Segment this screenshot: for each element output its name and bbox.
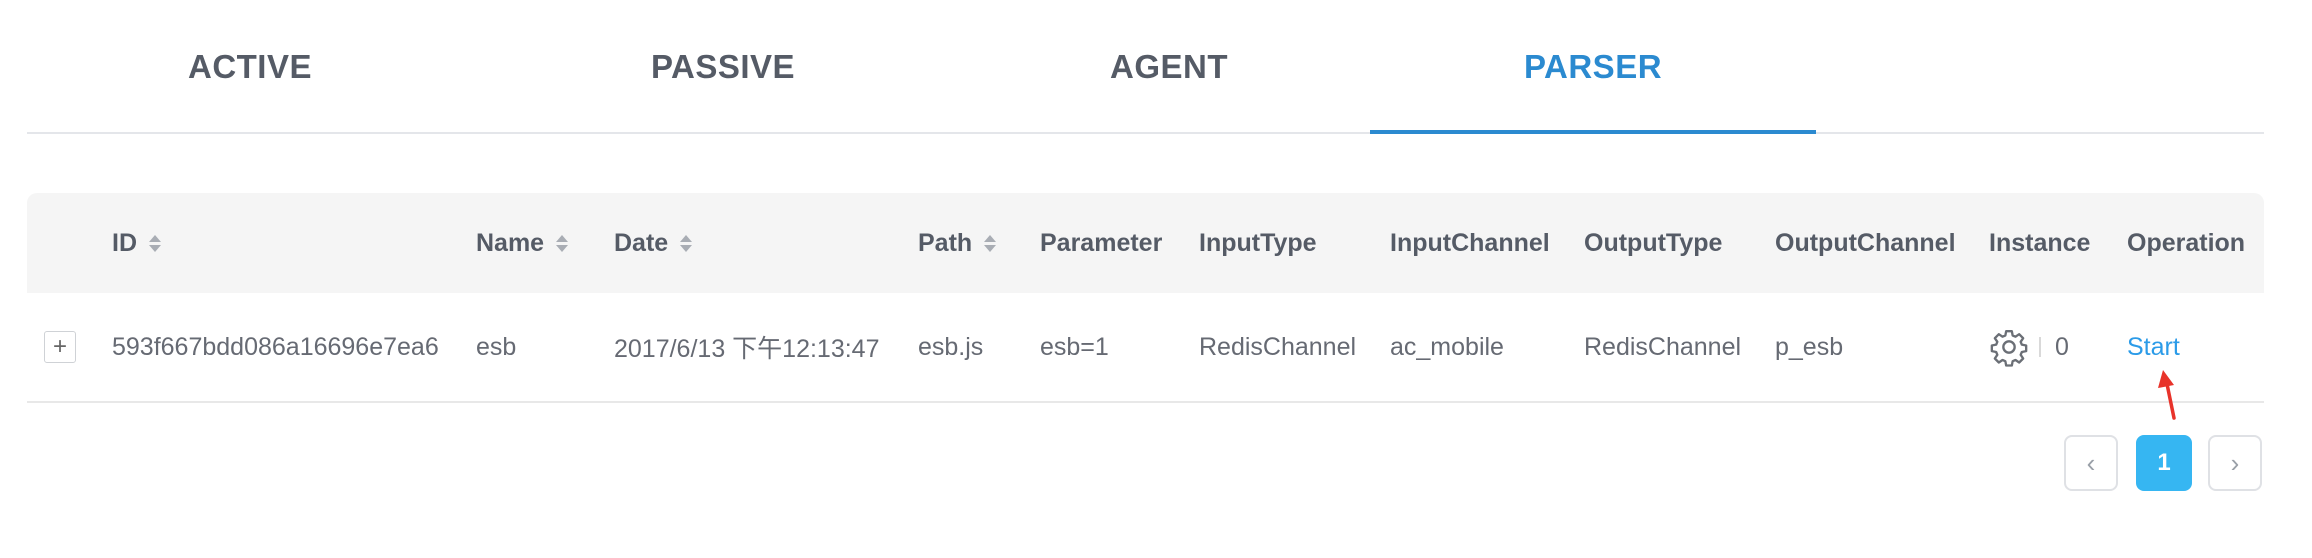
cell-name: esb bbox=[476, 332, 517, 361]
cell-parameter: esb=1 bbox=[1040, 332, 1109, 361]
tab-parser[interactable]: PARSER bbox=[1370, 0, 1816, 134]
cell-instance: 0 bbox=[1989, 293, 2069, 401]
table-header: ID Name Date Path Parameter InputType In… bbox=[27, 193, 2264, 293]
column-header-name-label: Name bbox=[476, 228, 545, 257]
column-header-date[interactable]: Date bbox=[614, 193, 693, 293]
page-1-button[interactable]: 1 bbox=[2136, 435, 2192, 491]
cell-path: esb.js bbox=[918, 332, 984, 361]
column-header-path[interactable]: Path bbox=[918, 193, 997, 293]
gear-icon[interactable] bbox=[1989, 327, 2029, 367]
column-header-parameter: Parameter bbox=[1040, 228, 1163, 257]
sort-icon[interactable] bbox=[984, 234, 997, 252]
start-link[interactable]: Start bbox=[2127, 333, 2180, 362]
cell-inputchannel: ac_mobile bbox=[1390, 332, 1504, 361]
column-header-outputtype: OutputType bbox=[1584, 228, 1723, 257]
instance-count: 0 bbox=[2055, 332, 2069, 361]
table-row: + 593f667bdd086a16696e7ea6 esb 2017/6/13… bbox=[27, 293, 2264, 403]
instance-divider bbox=[2039, 337, 2041, 357]
cell-outputchannel: p_esb bbox=[1775, 332, 1844, 361]
column-header-instance: Instance bbox=[1989, 228, 2091, 257]
expand-cell: + bbox=[44, 293, 76, 401]
annotation-arrow-icon bbox=[2158, 370, 2176, 420]
cell-inputtype: RedisChannel bbox=[1199, 332, 1357, 361]
sort-icon[interactable] bbox=[556, 234, 569, 252]
chevron-left-icon: ‹ bbox=[2086, 447, 2096, 478]
column-header-id[interactable]: ID bbox=[112, 193, 161, 293]
sort-icon[interactable] bbox=[149, 234, 161, 252]
column-header-id-label: ID bbox=[112, 228, 137, 257]
next-page-button[interactable]: › bbox=[2208, 435, 2262, 491]
cell-date: 2017/6/13 下午12:13:47 bbox=[614, 335, 880, 363]
tab-bar: ACTIVE PASSIVE AGENT PARSER bbox=[27, 0, 2264, 134]
tab-passive[interactable]: PASSIVE bbox=[500, 0, 946, 134]
column-header-operation: Operation bbox=[2127, 228, 2246, 257]
sort-icon[interactable] bbox=[680, 234, 693, 252]
column-header-date-label: Date bbox=[614, 228, 669, 257]
column-header-name[interactable]: Name bbox=[476, 193, 569, 293]
column-header-outputchannel: OutputChannel bbox=[1775, 228, 1956, 257]
expand-row-button[interactable]: + bbox=[44, 331, 76, 363]
column-header-inputchannel: InputChannel bbox=[1390, 228, 1550, 257]
active-tab-indicator bbox=[1370, 130, 1816, 134]
tab-active[interactable]: ACTIVE bbox=[27, 0, 473, 134]
column-header-inputtype: InputType bbox=[1199, 228, 1317, 257]
cell-id: 593f667bdd086a16696e7ea6 bbox=[112, 332, 439, 361]
chevron-right-icon: › bbox=[2230, 447, 2240, 478]
cell-outputtype: RedisChannel bbox=[1584, 332, 1742, 361]
parser-table: ID Name Date Path Parameter InputType In… bbox=[27, 193, 2264, 403]
column-header-path-label: Path bbox=[918, 228, 973, 257]
tab-agent[interactable]: AGENT bbox=[946, 0, 1392, 134]
previous-page-button[interactable]: ‹ bbox=[2064, 435, 2118, 491]
